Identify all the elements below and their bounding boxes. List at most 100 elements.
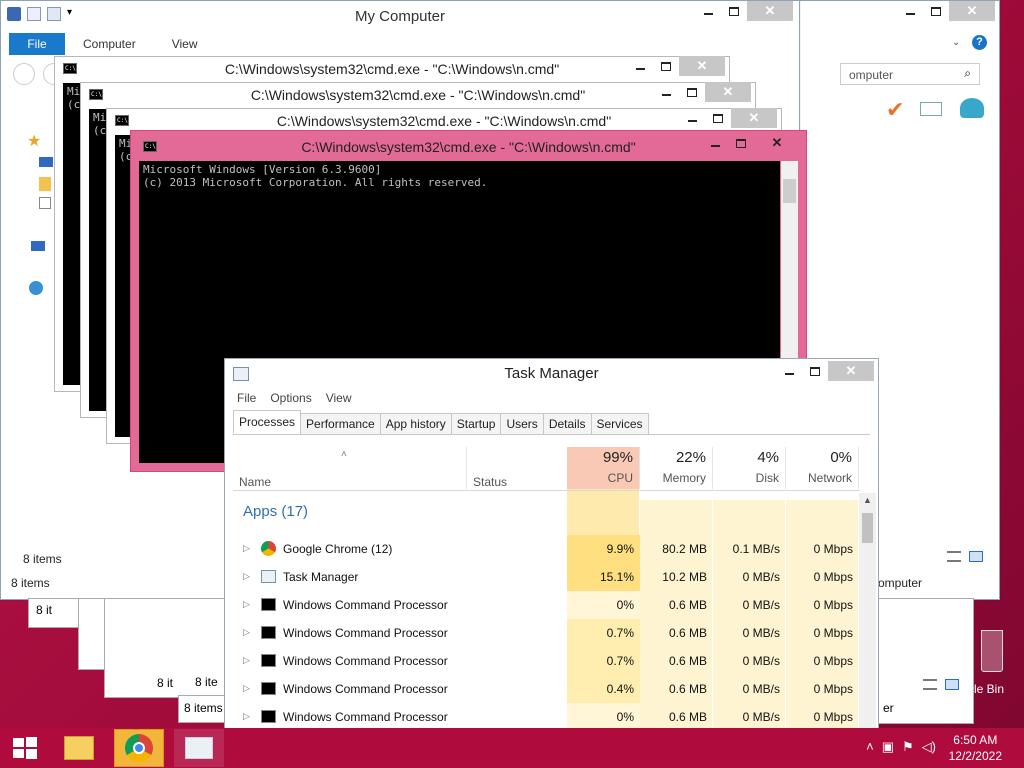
process-row[interactable]: ▷ Task Manager 15.1% 10.2 MB 0 MB/s 0 Mbps (233, 563, 860, 591)
taskbar-file-explorer[interactable] (54, 729, 104, 767)
start-button[interactable] (0, 729, 50, 767)
maximize-button[interactable] (923, 1, 949, 21)
expand-chevron-icon[interactable]: ▷ (243, 683, 250, 694)
search-input[interactable]: omputer ⌕ (840, 63, 980, 85)
maximize-button[interactable] (705, 108, 731, 128)
background-window: 8 ite (195, 675, 218, 689)
process-row[interactable]: ▷ Windows Command Processor 0% 0.6 MB 0 MB/s… (233, 591, 860, 619)
tab-performance[interactable]: Performance (300, 413, 381, 434)
favorites-star-icon[interactable]: ★ (27, 131, 41, 151)
process-scrollbar[interactable]: ▲ (859, 493, 876, 767)
column-status[interactable]: Status (473, 475, 507, 489)
minimize-button[interactable] (897, 1, 923, 21)
maximize-button[interactable] (728, 133, 754, 153)
minimize-button[interactable] (776, 361, 802, 381)
network-icon[interactable] (29, 281, 43, 295)
column-name[interactable]: Name (239, 475, 271, 489)
maximize-button[interactable] (802, 361, 828, 381)
large-icons-view-icon[interactable] (945, 679, 959, 690)
process-row[interactable]: ▷ Windows Command Processor 0% 0.6 MB 0 MB/s… (233, 703, 860, 731)
tab-services[interactable]: Services (590, 413, 649, 434)
scrollbar-thumb[interactable] (862, 513, 873, 543)
header-divider (233, 490, 860, 491)
checkmark-icon[interactable]: ✔ (886, 97, 904, 123)
chevron-up-icon[interactable]: ˄ (866, 739, 874, 755)
scroll-up-icon[interactable]: ▲ (863, 495, 872, 505)
cmd-icon (261, 598, 276, 611)
clock[interactable]: 6:50 AM 12/2/2022 (949, 732, 1002, 764)
maximize-button[interactable] (679, 82, 705, 102)
large-icons-view-icon[interactable] (969, 551, 983, 562)
group-header-apps[interactable]: Apps (17) (243, 503, 308, 520)
expand-chevron-icon[interactable]: ▷ (243, 571, 250, 582)
back-button[interactable] (13, 63, 35, 85)
action-center-icon[interactable]: ⚑ (902, 739, 914, 755)
help-icon[interactable]: ? (972, 35, 987, 50)
close-button[interactable]: ✕ (949, 1, 995, 21)
minimize-button[interactable] (627, 56, 653, 76)
minimize-button[interactable] (653, 82, 679, 102)
process-grid: ˄ Name Status 99% CPU 22% Memory 4% Disk… (233, 437, 860, 767)
close-button[interactable]: ✕ (747, 1, 793, 21)
network-icon[interactable] (960, 98, 984, 118)
task-manager-window[interactable]: Task Manager ✕ File Options View Process… (224, 358, 879, 768)
close-button[interactable]: ✕ (754, 133, 800, 153)
details-view-icon[interactable] (947, 551, 961, 562)
tab-users[interactable]: Users (500, 413, 544, 434)
minimize-button[interactable] (695, 1, 721, 21)
process-mem-value: 0.6 MB (668, 682, 707, 696)
tab-app-history[interactable]: App history (379, 413, 452, 434)
column-cpu[interactable]: 99% CPU (567, 447, 640, 489)
sort-ascending-icon[interactable]: ˄ (341, 449, 347, 460)
network-status-icon[interactable]: ▣ (882, 739, 894, 755)
column-memory[interactable]: 22% Memory (640, 447, 713, 489)
process-row[interactable]: ▷ Windows Command Processor 0.7% 0.6 MB 0 MB… (233, 647, 860, 675)
column-network[interactable]: 0% Network (786, 447, 859, 489)
expand-chevron-icon[interactable]: ▷ (243, 543, 250, 554)
details-view-icon[interactable] (923, 679, 937, 690)
process-mem-value: 80.2 MB (662, 542, 707, 556)
expand-chevron-icon[interactable]: ▷ (243, 655, 250, 666)
taskbar-chrome[interactable] (114, 729, 164, 767)
tab-startup[interactable]: Startup (450, 413, 502, 434)
expand-chevron-icon[interactable]: ▷ (243, 599, 250, 610)
process-row[interactable]: ▷ Windows Command Processor 0.4% 0.6 MB 0 MB… (233, 675, 860, 703)
cmd-line-version: Microsoft Windows [Version 6.3.9600] (143, 163, 382, 176)
process-mem-value: 0.6 MB (668, 710, 707, 724)
desktop-icon[interactable] (39, 157, 53, 167)
minimize-button[interactable] (702, 133, 728, 153)
tab-details[interactable]: Details (542, 413, 592, 434)
computer-icon[interactable] (31, 241, 45, 251)
close-button[interactable]: ✕ (705, 82, 751, 102)
chevron-down-icon[interactable]: ⌄ (952, 37, 960, 48)
ribbon-tab-view[interactable]: View (154, 33, 216, 55)
properties-icon[interactable] (920, 102, 942, 116)
menu-view[interactable]: View (326, 391, 352, 405)
downloads-icon[interactable] (39, 177, 51, 191)
recent-places-icon[interactable] (39, 197, 51, 209)
process-name: Windows Command Processor (283, 710, 448, 724)
taskbar-task-manager[interactable] (174, 729, 224, 767)
process-row[interactable]: ▷ Google Chrome (12) 9.9% 80.2 MB 0.1 MB/s 0 … (233, 535, 860, 563)
close-button[interactable]: ✕ (828, 361, 874, 381)
process-row[interactable]: ▷ Windows Command Processor 0.7% 0.6 MB 0 MB… (233, 619, 860, 647)
maximize-button[interactable] (653, 56, 679, 76)
tab-processes[interactable]: Processes (233, 410, 302, 434)
expand-chevron-icon[interactable]: ▷ (243, 711, 250, 722)
column-disk[interactable]: 4% Disk (713, 447, 786, 489)
minimize-button[interactable] (679, 108, 705, 128)
scrollbar-thumb[interactable] (783, 179, 796, 203)
process-disk-value: 0.1 MB/s (732, 542, 780, 556)
recycle-bin[interactable]: cle Bin (960, 630, 1024, 696)
maximize-button[interactable] (721, 1, 747, 21)
close-button[interactable]: ✕ (731, 108, 777, 128)
close-button[interactable]: ✕ (679, 56, 725, 76)
menu-options[interactable]: Options (270, 391, 311, 405)
ribbon-tab-computer[interactable]: Computer (65, 33, 154, 55)
ribbon-tab-file[interactable]: File (9, 33, 65, 55)
cmd-icon (261, 626, 276, 639)
menu-file[interactable]: File (237, 391, 256, 405)
process-name: Task Manager (283, 570, 359, 584)
volume-icon[interactable]: ◁) (922, 739, 936, 755)
expand-chevron-icon[interactable]: ▷ (243, 627, 250, 638)
